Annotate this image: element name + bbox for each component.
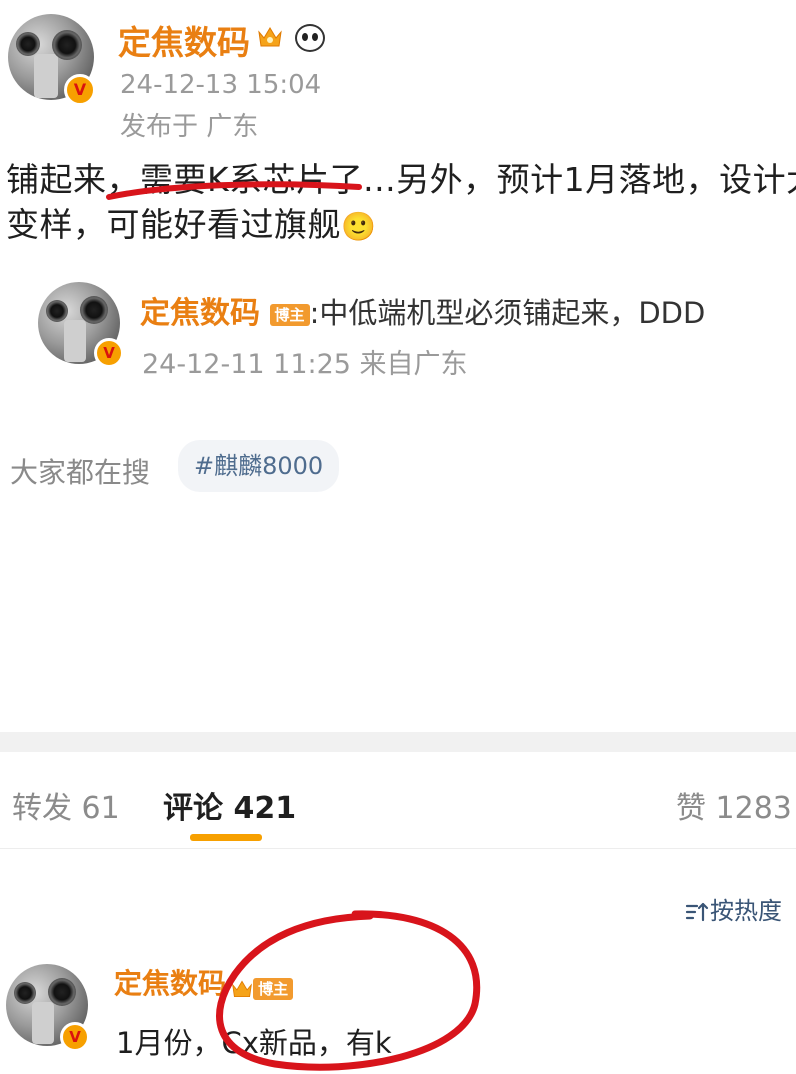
verified-badge-icon: V (64, 74, 96, 106)
post-author-name[interactable]: 定焦数码 (118, 16, 250, 64)
camera-lens-left (46, 300, 68, 322)
camera-lens-right (48, 978, 76, 1006)
camera-lens-left (14, 982, 36, 1004)
comment-text: 1月份，Cx新品，有k (116, 1026, 392, 1060)
comment-header: 定焦数码 博主 (114, 962, 294, 1002)
verified-badge-icon: V (94, 338, 124, 368)
smile-emoji-icon: 🙂 (341, 210, 377, 243)
crown-badge-icon (232, 980, 253, 997)
post-text-line-2: 变样，可能好看过旗舰🙂 (6, 200, 376, 252)
camera-body (64, 320, 86, 362)
tab-repost[interactable]: 转发 61 (12, 783, 120, 827)
section-divider (0, 732, 796, 752)
sort-icon (685, 902, 709, 922)
camera-lens-left (16, 32, 40, 56)
post-location: 发布于 广东 (120, 112, 259, 142)
tab-likes[interactable]: 赞 1283 (676, 783, 792, 827)
sort-toggle[interactable]: 按热度 (684, 891, 782, 926)
active-tab-indicator (190, 834, 262, 841)
camera-lens-right (52, 30, 82, 60)
trending-search-label: 大家都在搜 (10, 456, 151, 489)
post-timestamp: 24-12-13 15:04 (120, 70, 322, 100)
blogger-badge: 博主 (269, 303, 310, 326)
quoted-text[interactable]: :中低端机型必须铺起来，DDD (310, 296, 706, 330)
post-text-line-2-text: 变样，可能好看过旗舰 (6, 205, 341, 244)
trending-search-chip[interactable]: #麒麟8000 (178, 440, 340, 492)
blogger-badge: 博主 (253, 977, 294, 1000)
verified-badge-icon: V (60, 1022, 90, 1052)
camera-lens-right (80, 296, 108, 324)
post-text-line-1: 铺起来，需要K系芯片了...另外，预计1月落地，设计大 (6, 160, 796, 199)
quoted-meta: 24-12-11 11:25 来自广东 (142, 349, 468, 380)
quoted-author-name[interactable]: 定焦数码 (140, 296, 260, 331)
camera-body (32, 1002, 54, 1044)
panda-icon (295, 24, 325, 52)
sort-label: 按热度 (710, 897, 782, 925)
camera-body (34, 54, 58, 98)
author-icons (257, 22, 337, 56)
tab-comments[interactable]: 评论 421 (163, 783, 296, 827)
tabs-bottom-border (0, 848, 796, 849)
quoted-header: 定焦数码 博主:中低端机型必须铺起来，DDD (140, 288, 705, 332)
comment-author-name[interactable]: 定焦数码 (114, 967, 226, 1000)
crown-badge-icon (258, 27, 282, 47)
